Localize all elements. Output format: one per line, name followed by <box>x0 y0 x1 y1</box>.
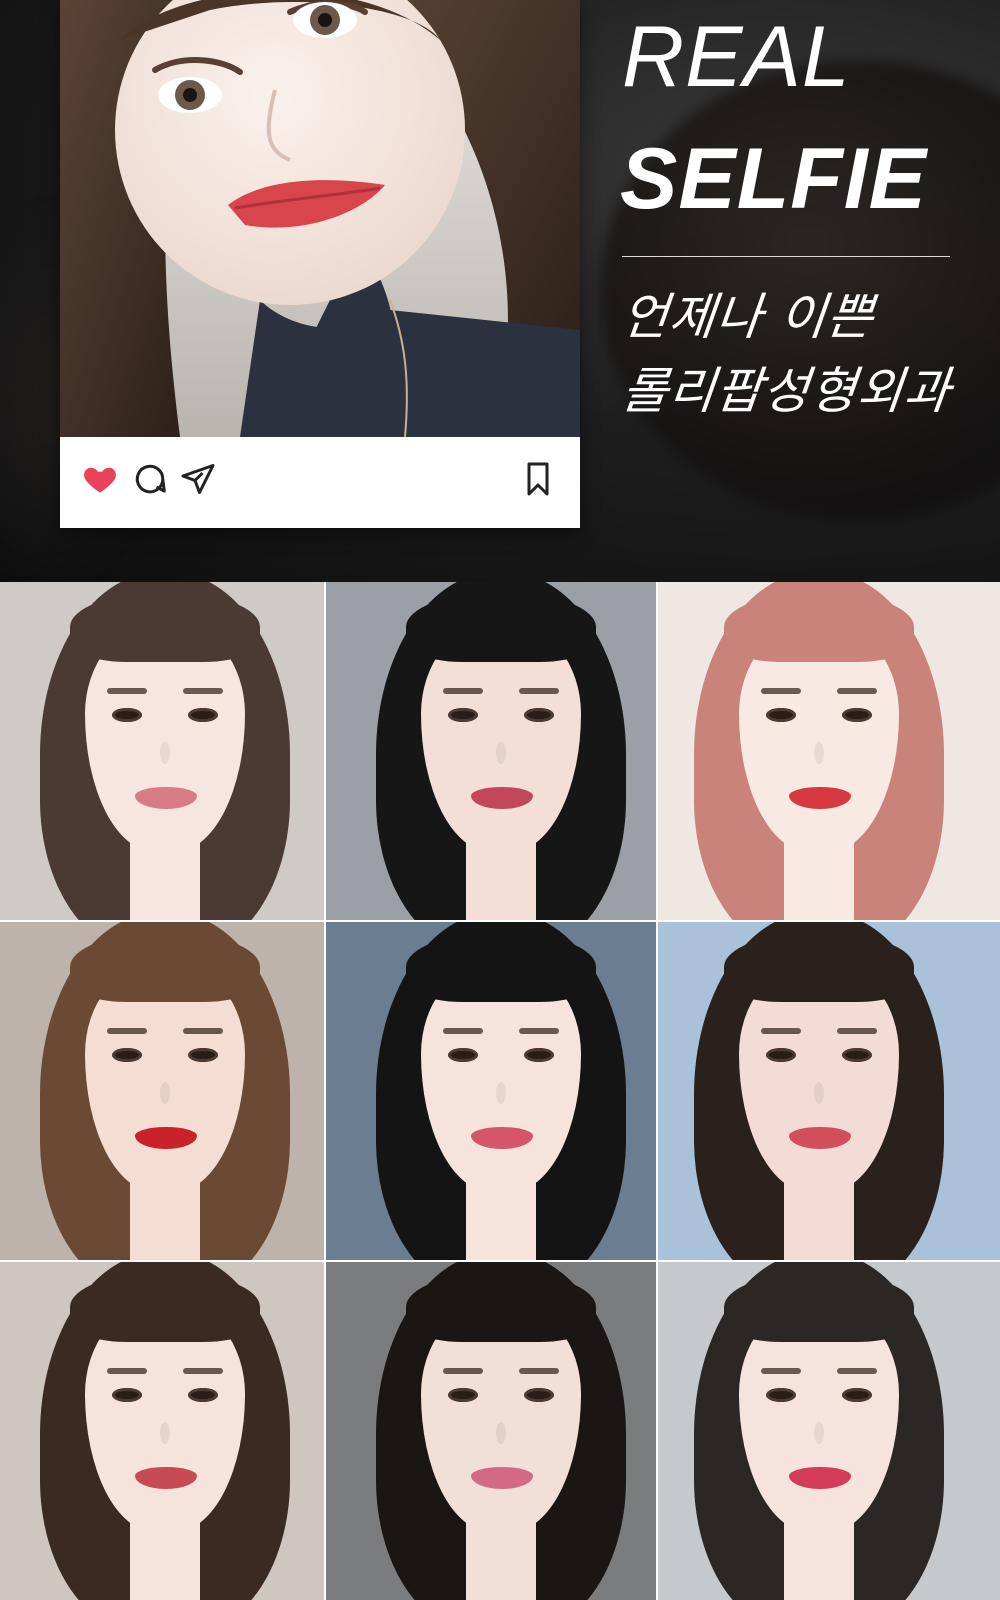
eyebrow <box>107 1368 147 1374</box>
gallery-photo-2[interactable] <box>326 582 658 922</box>
hero-subtitle-line1: 언제나 이쁜 <box>618 288 877 346</box>
page: REAL SELFIE 언제나 이쁜 롤리팝성형외과 <box>0 0 1000 1600</box>
post-photo-illustration <box>60 0 580 437</box>
nose <box>496 1082 506 1104</box>
bangs <box>406 1272 596 1342</box>
heart-icon[interactable] <box>82 461 118 497</box>
portrait-illustration <box>326 582 656 920</box>
eye <box>448 708 478 722</box>
eye <box>112 708 142 722</box>
portrait-illustration <box>0 922 324 1260</box>
hero-title-selfie: SELFIE <box>620 131 928 227</box>
bangs <box>406 932 596 1002</box>
gallery-photo-4[interactable] <box>0 922 326 1262</box>
hero-title-real: REAL <box>622 9 851 105</box>
bangs <box>70 592 260 662</box>
nose <box>160 1422 170 1444</box>
nose <box>496 1422 506 1444</box>
portrait-illustration <box>658 1262 1000 1600</box>
eyebrow <box>183 1368 223 1374</box>
gallery-photo-8[interactable] <box>326 1262 658 1600</box>
eye <box>448 1388 478 1402</box>
nose <box>160 742 170 764</box>
eye <box>448 1048 478 1062</box>
eye <box>842 708 872 722</box>
bangs <box>70 1272 260 1342</box>
share-icon[interactable] <box>180 461 216 497</box>
portrait-illustration <box>0 582 324 920</box>
gallery-photo-9[interactable] <box>658 1262 1000 1600</box>
nose <box>814 1082 824 1104</box>
selfie-gallery-grid <box>0 582 1000 1600</box>
eye <box>524 1388 554 1402</box>
hero-banner: REAL SELFIE 언제나 이쁜 롤리팝성형외과 <box>0 0 1000 582</box>
eye <box>842 1048 872 1062</box>
eye <box>524 708 554 722</box>
eyebrow <box>761 688 801 694</box>
eyebrow <box>761 1368 801 1374</box>
eye <box>766 1048 796 1062</box>
gallery-photo-1[interactable] <box>0 582 326 922</box>
gallery-photo-6[interactable] <box>658 922 1000 1262</box>
eye <box>766 708 796 722</box>
hero-subtitle-line2: 롤리팝성형외과 <box>618 362 955 420</box>
eyebrow <box>443 688 483 694</box>
eyebrow <box>443 1368 483 1374</box>
eye <box>766 1388 796 1402</box>
eyebrow <box>183 688 223 694</box>
nose <box>814 1422 824 1444</box>
eyebrow <box>519 1028 559 1034</box>
eyebrow <box>761 1028 801 1034</box>
bangs <box>70 932 260 1002</box>
post-actions-bar <box>60 437 580 528</box>
eye <box>112 1388 142 1402</box>
eyebrow <box>443 1028 483 1034</box>
eyebrow <box>519 1368 559 1374</box>
portrait-illustration <box>0 1262 324 1600</box>
eyebrow <box>837 688 877 694</box>
eye <box>188 708 218 722</box>
bangs <box>724 592 914 662</box>
selfie-post-card <box>60 0 580 528</box>
bangs <box>724 932 914 1002</box>
title-divider <box>622 256 950 257</box>
nose <box>814 742 824 764</box>
portrait-illustration <box>326 922 656 1260</box>
portrait-illustration <box>326 1262 656 1600</box>
bangs <box>406 592 596 662</box>
nose <box>496 742 506 764</box>
gallery-photo-7[interactable] <box>0 1262 326 1600</box>
eyebrow <box>837 1368 877 1374</box>
eyebrow <box>519 688 559 694</box>
eye <box>524 1048 554 1062</box>
eyebrow <box>107 688 147 694</box>
nose <box>160 1082 170 1104</box>
eyebrow <box>107 1028 147 1034</box>
portrait-illustration <box>658 582 1000 920</box>
eye <box>112 1048 142 1062</box>
eye <box>188 1388 218 1402</box>
eye <box>842 1388 872 1402</box>
gallery-photo-5[interactable] <box>326 922 658 1262</box>
bookmark-icon[interactable] <box>520 461 556 497</box>
eyebrow <box>837 1028 877 1034</box>
bangs <box>724 1272 914 1342</box>
post-photo <box>60 0 580 437</box>
eyebrow <box>183 1028 223 1034</box>
comment-icon[interactable] <box>132 461 168 497</box>
eye <box>188 1048 218 1062</box>
gallery-photo-3[interactable] <box>658 582 1000 922</box>
portrait-illustration <box>658 922 1000 1260</box>
